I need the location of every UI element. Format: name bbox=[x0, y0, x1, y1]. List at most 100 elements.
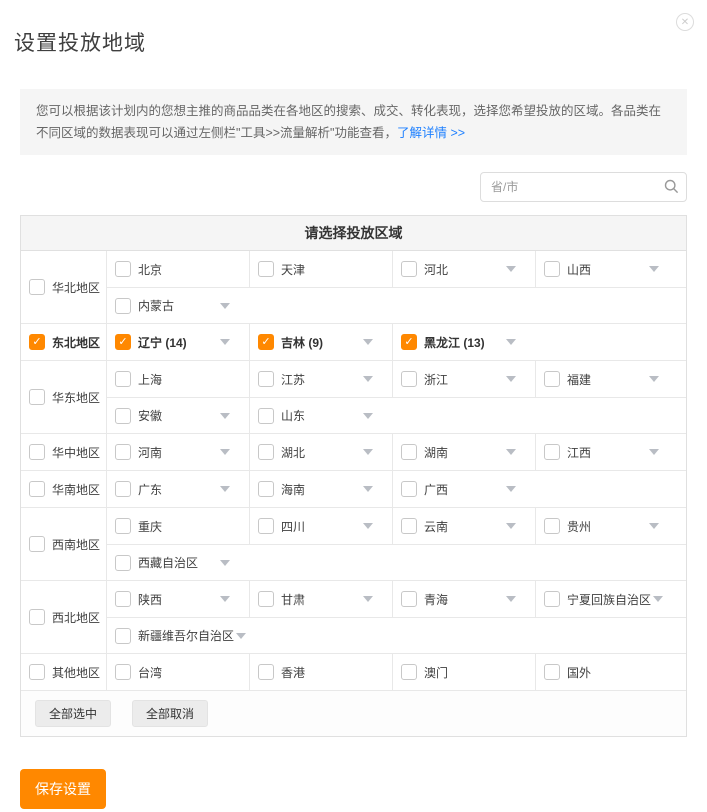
checkbox[interactable] bbox=[401, 371, 417, 387]
checkbox[interactable] bbox=[115, 481, 131, 497]
chevron-down-icon[interactable] bbox=[506, 449, 516, 455]
checkbox[interactable] bbox=[544, 591, 560, 607]
province-cell[interactable]: 云南 bbox=[393, 508, 536, 544]
checkbox[interactable] bbox=[115, 591, 131, 607]
checkbox[interactable] bbox=[29, 481, 45, 497]
province-cell[interactable]: 海南 bbox=[250, 471, 393, 507]
province-cell[interactable]: 江西 bbox=[536, 434, 686, 470]
checkbox[interactable] bbox=[258, 481, 274, 497]
province-cell[interactable]: 广东 bbox=[107, 471, 250, 507]
region-cell[interactable]: 华中地区 bbox=[21, 434, 107, 470]
chevron-down-icon[interactable] bbox=[363, 449, 373, 455]
checkbox[interactable] bbox=[258, 371, 274, 387]
chevron-down-icon[interactable] bbox=[220, 486, 230, 492]
checkbox[interactable] bbox=[544, 444, 560, 460]
chevron-down-icon[interactable] bbox=[220, 449, 230, 455]
checkbox[interactable] bbox=[401, 518, 417, 534]
checkbox[interactable] bbox=[258, 261, 274, 277]
checkbox[interactable] bbox=[115, 444, 131, 460]
checkbox[interactable] bbox=[115, 628, 131, 644]
region-cell[interactable]: 西南地区 bbox=[21, 508, 107, 580]
chevron-down-icon[interactable] bbox=[363, 486, 373, 492]
province-cell[interactable]: 河南 bbox=[107, 434, 250, 470]
checkbox[interactable] bbox=[544, 261, 560, 277]
province-cell[interactable]: 青海 bbox=[393, 581, 536, 617]
province-cell[interactable]: 福建 bbox=[536, 361, 686, 397]
chevron-down-icon[interactable] bbox=[220, 413, 230, 419]
province-cell[interactable]: 浙江 bbox=[393, 361, 536, 397]
checkbox[interactable] bbox=[258, 408, 274, 424]
chevron-down-icon[interactable] bbox=[363, 596, 373, 602]
checkbox[interactable] bbox=[401, 444, 417, 460]
chevron-down-icon[interactable] bbox=[506, 596, 516, 602]
province-cell[interactable]: 广西 bbox=[393, 471, 686, 507]
checkbox[interactable]: ✓ bbox=[29, 334, 45, 350]
checkbox[interactable] bbox=[258, 518, 274, 534]
close-icon[interactable]: ✕ bbox=[676, 13, 694, 31]
checkbox[interactable] bbox=[115, 555, 131, 571]
region-cell[interactable]: ✓东北地区 bbox=[21, 324, 107, 360]
chevron-down-icon[interactable] bbox=[649, 523, 659, 529]
province-cell[interactable]: 贵州 bbox=[536, 508, 686, 544]
chevron-down-icon[interactable] bbox=[363, 339, 373, 345]
chevron-down-icon[interactable] bbox=[220, 596, 230, 602]
province-cell[interactable]: ✓吉林 (9) bbox=[250, 324, 393, 360]
checkbox[interactable] bbox=[29, 444, 45, 460]
province-cell[interactable]: 宁夏回族自治区 bbox=[536, 581, 686, 617]
checkbox[interactable] bbox=[115, 261, 131, 277]
save-settings-button[interactable]: 保存设置 bbox=[20, 769, 106, 809]
search-icon[interactable] bbox=[664, 179, 679, 194]
region-cell[interactable]: 华东地区 bbox=[21, 361, 107, 433]
checkbox[interactable] bbox=[544, 371, 560, 387]
chevron-down-icon[interactable] bbox=[363, 413, 373, 419]
checkbox[interactable] bbox=[258, 591, 274, 607]
chevron-down-icon[interactable] bbox=[506, 376, 516, 382]
province-cell[interactable]: 山东 bbox=[250, 398, 686, 433]
checkbox[interactable] bbox=[29, 279, 45, 295]
province-cell[interactable]: 湖南 bbox=[393, 434, 536, 470]
chevron-down-icon[interactable] bbox=[649, 376, 659, 382]
region-cell[interactable]: 西北地区 bbox=[21, 581, 107, 653]
province-cell[interactable]: 香港 bbox=[250, 654, 393, 690]
checkbox[interactable] bbox=[29, 389, 45, 405]
chevron-down-icon[interactable] bbox=[363, 523, 373, 529]
province-cell[interactable]: 江苏 bbox=[250, 361, 393, 397]
province-cell[interactable]: 天津 bbox=[250, 251, 393, 287]
checkbox[interactable] bbox=[544, 518, 560, 534]
checkbox[interactable]: ✓ bbox=[115, 334, 131, 350]
chevron-down-icon[interactable] bbox=[653, 596, 663, 602]
cancel-all-button[interactable]: 全部取消 bbox=[132, 700, 208, 727]
province-cell[interactable]: 新疆维吾尔自治区 bbox=[107, 618, 686, 653]
checkbox[interactable] bbox=[258, 664, 274, 680]
chevron-down-icon[interactable] bbox=[220, 303, 230, 309]
checkbox[interactable]: ✓ bbox=[401, 334, 417, 350]
province-cell[interactable]: 四川 bbox=[250, 508, 393, 544]
chevron-down-icon[interactable] bbox=[236, 633, 246, 639]
region-cell[interactable]: 华北地区 bbox=[21, 251, 107, 323]
province-cell[interactable]: 西藏自治区 bbox=[107, 545, 686, 580]
province-cell[interactable]: 台湾 bbox=[107, 654, 250, 690]
chevron-down-icon[interactable] bbox=[506, 523, 516, 529]
checkbox[interactable] bbox=[401, 481, 417, 497]
province-cell[interactable]: 安徽 bbox=[107, 398, 250, 433]
checkbox[interactable] bbox=[115, 371, 131, 387]
search-input[interactable] bbox=[480, 172, 687, 202]
checkbox[interactable] bbox=[544, 664, 560, 680]
checkbox[interactable] bbox=[401, 261, 417, 277]
checkbox[interactable] bbox=[401, 591, 417, 607]
checkbox[interactable] bbox=[115, 664, 131, 680]
checkbox[interactable] bbox=[115, 518, 131, 534]
checkbox[interactable] bbox=[258, 444, 274, 460]
province-cell[interactable]: 重庆 bbox=[107, 508, 250, 544]
region-cell[interactable]: 华南地区 bbox=[21, 471, 107, 507]
province-cell[interactable]: 湖北 bbox=[250, 434, 393, 470]
province-cell[interactable]: 陕西 bbox=[107, 581, 250, 617]
province-cell[interactable]: 国外 bbox=[536, 654, 686, 690]
chevron-down-icon[interactable] bbox=[220, 560, 230, 566]
chevron-down-icon[interactable] bbox=[506, 339, 516, 345]
province-cell[interactable]: 山西 bbox=[536, 251, 686, 287]
chevron-down-icon[interactable] bbox=[363, 376, 373, 382]
province-cell[interactable]: 甘肃 bbox=[250, 581, 393, 617]
checkbox[interactable] bbox=[115, 298, 131, 314]
province-cell[interactable]: 澳门 bbox=[393, 654, 536, 690]
